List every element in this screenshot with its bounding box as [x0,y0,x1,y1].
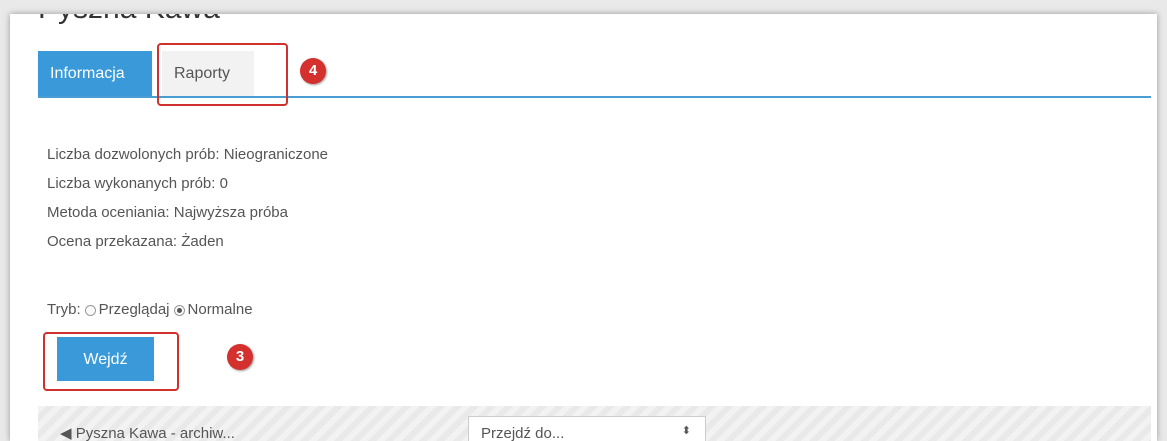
content-frame: Pyszna Kawa Informacja Raporty Liczba do… [10,14,1157,441]
grading-method-text: Metoda oceniania: Najwyższa próba [47,204,288,221]
radio-przegladaj-label[interactable]: Przeglądaj [99,301,170,318]
mode-selector: Tryb: Przeglądaj Normalne [47,301,253,318]
attempt-info: Liczba dozwolonych prób: Nieograniczone … [47,144,328,260]
allowed-attempts-text: Liczba dozwolonych prób: Nieograniczone [47,146,329,163]
tab-highlight-box [157,43,288,106]
jump-to-select[interactable]: Przejdź do... ⬍ [468,416,706,441]
radio-przegladaj[interactable] [84,305,96,316]
activity-navigation: ◀ Pyszna Kawa - archiw... Przejdź do... … [38,406,1151,441]
select-arrows-icon: ⬍ [681,425,691,437]
step-marker-3: 3 [227,344,253,370]
mode-label: Tryb: [47,301,81,318]
tab-informacja[interactable]: Informacja [38,51,152,96]
step-marker-4: 4 [300,58,326,84]
attempts-made-text: Liczba wykonanych prób: 0 [47,175,228,192]
page-title: Pyszna Kawa [38,14,220,26]
grade-reported-text: Ocena przekazana: Żaden [47,233,224,250]
previous-activity-link[interactable]: ◀ Pyszna Kawa - archiw... [60,424,235,441]
jump-to-select-value: Przejdź do... [481,425,565,441]
radio-normalne-label[interactable]: Normalne [188,301,253,318]
radio-normalne[interactable] [173,305,185,316]
button-highlight-box [43,332,179,391]
